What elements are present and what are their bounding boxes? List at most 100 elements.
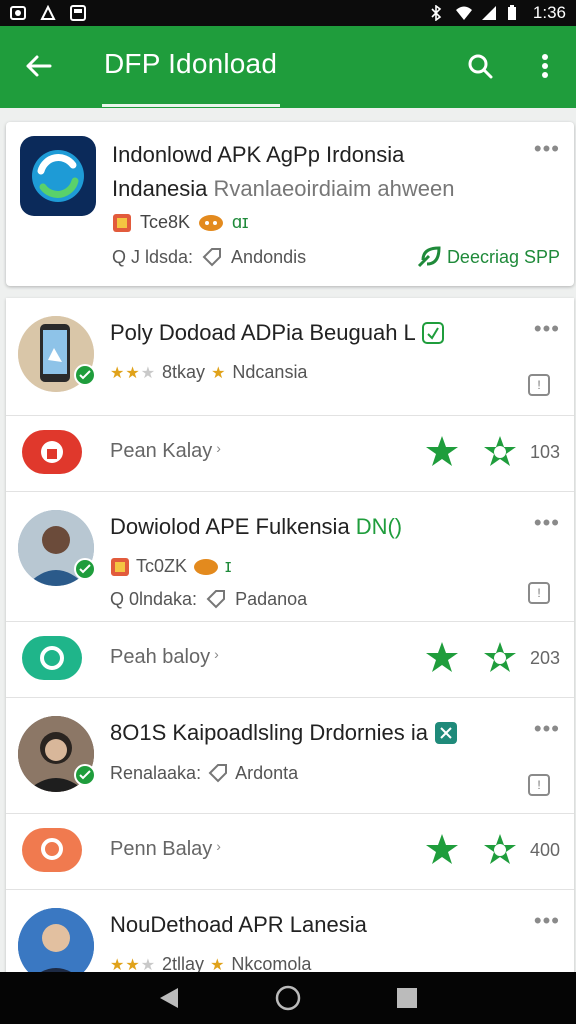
content-area[interactable]: Indonlowd APK AgPp Irdonsia Indanesia Rv… xyxy=(0,108,576,972)
bookmark-icon[interactable]: ! xyxy=(528,374,550,396)
bluetooth-icon xyxy=(429,4,445,22)
tag-icon xyxy=(206,590,226,609)
featured-download-link[interactable]: Deecriag SPP xyxy=(417,246,560,268)
search-button[interactable] xyxy=(462,48,498,84)
rating-text: 2tllay xyxy=(162,954,205,972)
chat-bubble-icon xyxy=(194,558,219,575)
row-location-label: Q 0lndaka: xyxy=(110,588,198,609)
app-list: Poly Dodoad ADPia Beuguah L ★★★ 8tkay ★ … xyxy=(6,298,574,972)
row-more-button[interactable]: ••• xyxy=(534,908,560,934)
featured-app-card[interactable]: Indonlowd APK AgPp Irdonsia Indanesia Rv… xyxy=(6,122,574,286)
row-title: 8O1S Kaipoadlsling Drdornies ia xyxy=(110,720,458,746)
triangle-back-icon xyxy=(160,988,179,1008)
tag-icon xyxy=(208,764,228,783)
chat-logo-icon xyxy=(41,838,63,860)
gift-icon xyxy=(41,441,63,463)
sub-label-text: Penn Balay xyxy=(110,838,213,860)
country-star-icon: ★ xyxy=(210,956,226,973)
list-subitem[interactable]: Peah baloy › 203 xyxy=(6,622,574,698)
external-link-icon xyxy=(421,322,444,344)
list-subitem[interactable]: Pean Kalay › 103 xyxy=(6,416,574,492)
sub-stars xyxy=(424,832,518,866)
external-link-icon xyxy=(434,722,457,744)
list-item[interactable]: 8O1S Kaipoadlsling Drdornies ia Renalaak… xyxy=(6,698,574,814)
row-location: Renalaaka: Ardonta xyxy=(110,762,298,784)
photo-notification-icon xyxy=(10,5,26,21)
avatar xyxy=(18,908,94,972)
search-icon xyxy=(468,54,493,79)
battery-icon xyxy=(507,5,523,21)
row-title: Dowiolod APE Fulkensia DN() xyxy=(110,514,402,540)
chat-bubble-icon xyxy=(199,214,224,231)
wifi-icon xyxy=(455,5,472,21)
row-tag2: ɪ xyxy=(225,556,232,576)
app-icon xyxy=(22,430,82,474)
sub-label: Penn Balay › xyxy=(110,838,221,861)
sync-logo-icon xyxy=(32,150,84,202)
back-button[interactable] xyxy=(20,48,56,84)
sub-label-text: Peah baloy xyxy=(110,646,211,668)
rating-stars: ★★★ xyxy=(110,956,157,973)
flag-icon xyxy=(113,213,131,232)
row-more-button[interactable]: ••• xyxy=(534,716,560,742)
favorite-badge-icon[interactable] xyxy=(482,832,518,866)
sub-stars xyxy=(424,640,518,674)
status-bar: 1:36 xyxy=(0,0,576,26)
nav-recents-button[interactable] xyxy=(387,978,427,1018)
row-title-text: NouDethoad APR Lanesia xyxy=(110,912,367,937)
featured-subtitle: Indanesia Rvanlaeoirdiaim ahween xyxy=(112,176,454,202)
row-title: Poly Dodoad ADPia Beuguah L xyxy=(110,320,444,346)
nav-home-button[interactable] xyxy=(268,978,308,1018)
arrow-left-icon xyxy=(26,55,52,77)
star-icon xyxy=(426,642,458,672)
bookmark-icon[interactable]: ! xyxy=(528,774,550,796)
row-title-badge: DN() xyxy=(355,514,403,539)
sub-label-text: Pean Kalay xyxy=(110,440,213,462)
sub-count: 203 xyxy=(529,648,560,668)
list-subitem[interactable]: Penn Balay › 400 xyxy=(6,814,574,890)
featured-location: Q J ldsda: Andondis xyxy=(112,246,306,268)
featured-tag1: Tce8K xyxy=(140,212,191,232)
list-item[interactable]: Dowiolod APE Fulkensia DN() Tc0ZK ɪ Q 0l… xyxy=(6,492,574,622)
country-star-icon: ★ xyxy=(211,364,227,382)
row-title-text: Poly Dodoad ADPia Beuguah L xyxy=(110,320,416,345)
sub-label: Peah baloy › xyxy=(110,646,219,669)
favorite-badge-icon[interactable] xyxy=(482,434,518,468)
bookmark-icon[interactable]: ! xyxy=(528,582,550,604)
row-more-button[interactable]: ••• xyxy=(534,316,560,342)
row-location-value: Padanoa xyxy=(235,588,308,609)
overflow-menu-button[interactable] xyxy=(530,48,560,84)
circle-home-icon xyxy=(275,985,301,1011)
chevron-right-icon: › xyxy=(214,646,219,662)
rating-stars: ★★★ xyxy=(110,364,157,382)
status-time: 1:36 xyxy=(532,3,566,22)
featured-subtitle-main: Indanesia xyxy=(112,176,208,201)
circle-logo-icon xyxy=(40,646,64,670)
sub-label: Pean Kalay › xyxy=(110,440,221,463)
list-item[interactable]: NouDethoad APR Lanesia ★★★ 2tllay ★ Nkco… xyxy=(6,890,574,972)
chevron-right-icon: › xyxy=(216,838,221,854)
featured-more-button[interactable]: ••• xyxy=(534,136,560,162)
sub-stars xyxy=(424,434,518,468)
tab-indicator xyxy=(102,104,280,107)
system-nav-bar xyxy=(0,972,576,1024)
tag-icon xyxy=(202,248,222,267)
country-text: Ndcansia xyxy=(232,362,308,382)
row-tag1: Tc0ZK xyxy=(136,556,188,576)
signal-icon xyxy=(481,5,497,21)
row-title: NouDethoad APR Lanesia xyxy=(110,912,367,938)
favorite-badge-icon[interactable] xyxy=(482,640,518,674)
flag-icon xyxy=(111,557,129,576)
nav-back-button[interactable] xyxy=(149,978,189,1018)
featured-subtitle-sub: Rvanlaeoirdiaim ahween xyxy=(213,176,455,201)
verified-badge-icon xyxy=(74,364,96,386)
star-icon xyxy=(426,436,458,466)
app-icon xyxy=(22,636,82,680)
list-item[interactable]: Poly Dodoad ADPia Beuguah L ★★★ 8tkay ★ … xyxy=(6,298,574,416)
row-location-label: Renalaaka: xyxy=(110,762,202,783)
featured-tag2: ɑɪ xyxy=(232,212,249,232)
row-location-value: Ardonta xyxy=(235,762,299,783)
app-icon xyxy=(20,136,96,216)
verified-badge-icon xyxy=(74,764,96,786)
row-more-button[interactable]: ••• xyxy=(534,510,560,536)
